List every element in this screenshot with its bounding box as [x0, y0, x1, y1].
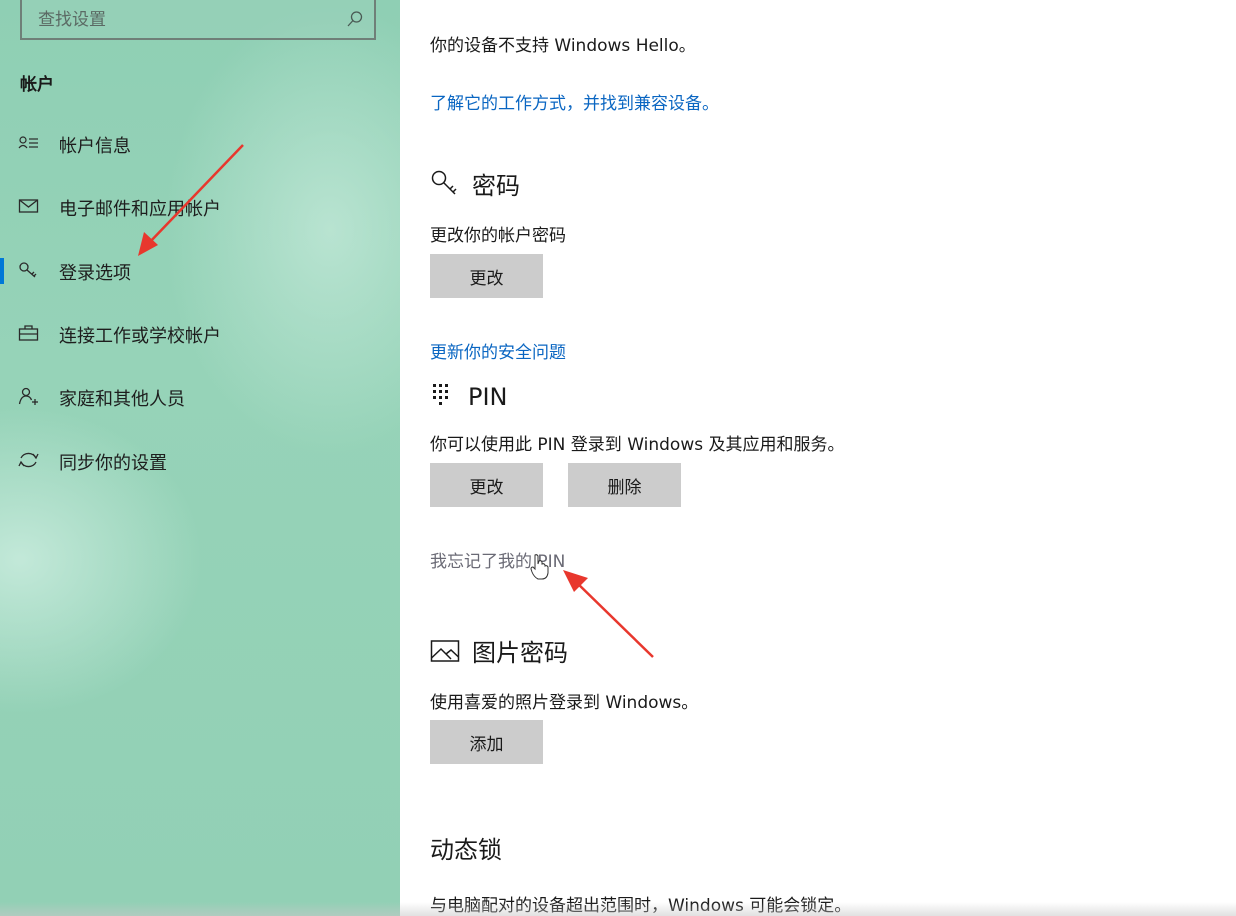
- add-picture-password-button[interactable]: 添加: [430, 720, 543, 764]
- password-description: 更改你的帐户密码: [430, 226, 566, 246]
- sidebar-item-account-info[interactable]: 帐户信息: [0, 123, 400, 163]
- sidebar-item-email-accounts[interactable]: 电子邮件和应用帐户: [0, 186, 400, 226]
- sync-icon: [18, 452, 39, 468]
- sidebar-item-label: 登录选项: [59, 263, 131, 284]
- pin-section-title: PIN: [430, 382, 508, 412]
- search-icon[interactable]: [346, 10, 364, 28]
- pin-description: 你可以使用此 PIN 登录到 Windows 及其应用和服务。: [430, 435, 845, 455]
- password-title: 密码: [472, 172, 520, 200]
- picture-icon: [430, 639, 460, 662]
- search-box[interactable]: [20, 0, 376, 40]
- account-info-icon: [18, 136, 38, 149]
- key-icon: [431, 170, 457, 195]
- sidebar-item-family[interactable]: 家庭和其他人员: [0, 376, 400, 416]
- remove-pin-button[interactable]: 删除: [568, 463, 681, 507]
- sidebar: 帐户 帐户信息 电子邮件和应用帐户: [0, 0, 400, 916]
- sidebar-item-work-school[interactable]: 连接工作或学校帐户: [0, 313, 400, 353]
- sidebar-heading: 帐户: [20, 75, 54, 95]
- settings-window: 帐户 帐户信息 电子邮件和应用帐户: [0, 0, 1236, 916]
- sidebar-item-label: 电子邮件和应用帐户: [59, 199, 221, 220]
- dynamic-lock-description: 与电脑配对的设备超出范围时，Windows 可能会锁定。: [430, 896, 852, 916]
- picture-password-description: 使用喜爱的照片登录到 Windows。: [430, 693, 699, 713]
- key-icon: [19, 262, 37, 278]
- picture-password-title: 图片密码: [472, 639, 568, 667]
- search-input[interactable]: [36, 6, 340, 34]
- sidebar-item-label: 连接工作或学校帐户: [59, 326, 221, 347]
- main-content: 你的设备不支持 Windows Hello。 了解它的工作方式，并找到兼容设备。…: [400, 0, 1236, 916]
- hello-unsupported-text: 你的设备不支持 Windows Hello。: [430, 36, 696, 56]
- keypad-icon: [433, 384, 448, 405]
- sidebar-item-sync[interactable]: 同步你的设置: [0, 440, 400, 480]
- change-password-button[interactable]: 更改: [430, 254, 543, 298]
- update-security-questions-link[interactable]: 更新你的安全问题: [430, 338, 566, 363]
- pin-title: PIN: [468, 383, 508, 411]
- mail-icon: [18, 199, 39, 213]
- dynamic-lock-title: 动态锁: [430, 836, 502, 864]
- sidebar-item-label: 同步你的设置: [59, 453, 167, 474]
- picture-password-section-title: 图片密码: [430, 633, 568, 668]
- briefcase-icon: [18, 325, 39, 341]
- password-section-title: 密码: [430, 166, 520, 201]
- add-person-icon: [18, 387, 38, 405]
- forgot-pin-link[interactable]: 我忘记了我的 PIN: [430, 547, 565, 572]
- sidebar-item-sign-in-options[interactable]: 登录选项: [0, 250, 400, 290]
- sidebar-item-label: 帐户信息: [59, 136, 131, 157]
- hello-learn-more-link[interactable]: 了解它的工作方式，并找到兼容设备。: [430, 89, 719, 114]
- change-pin-button[interactable]: 更改: [430, 463, 543, 507]
- sidebar-item-label: 家庭和其他人员: [59, 389, 185, 410]
